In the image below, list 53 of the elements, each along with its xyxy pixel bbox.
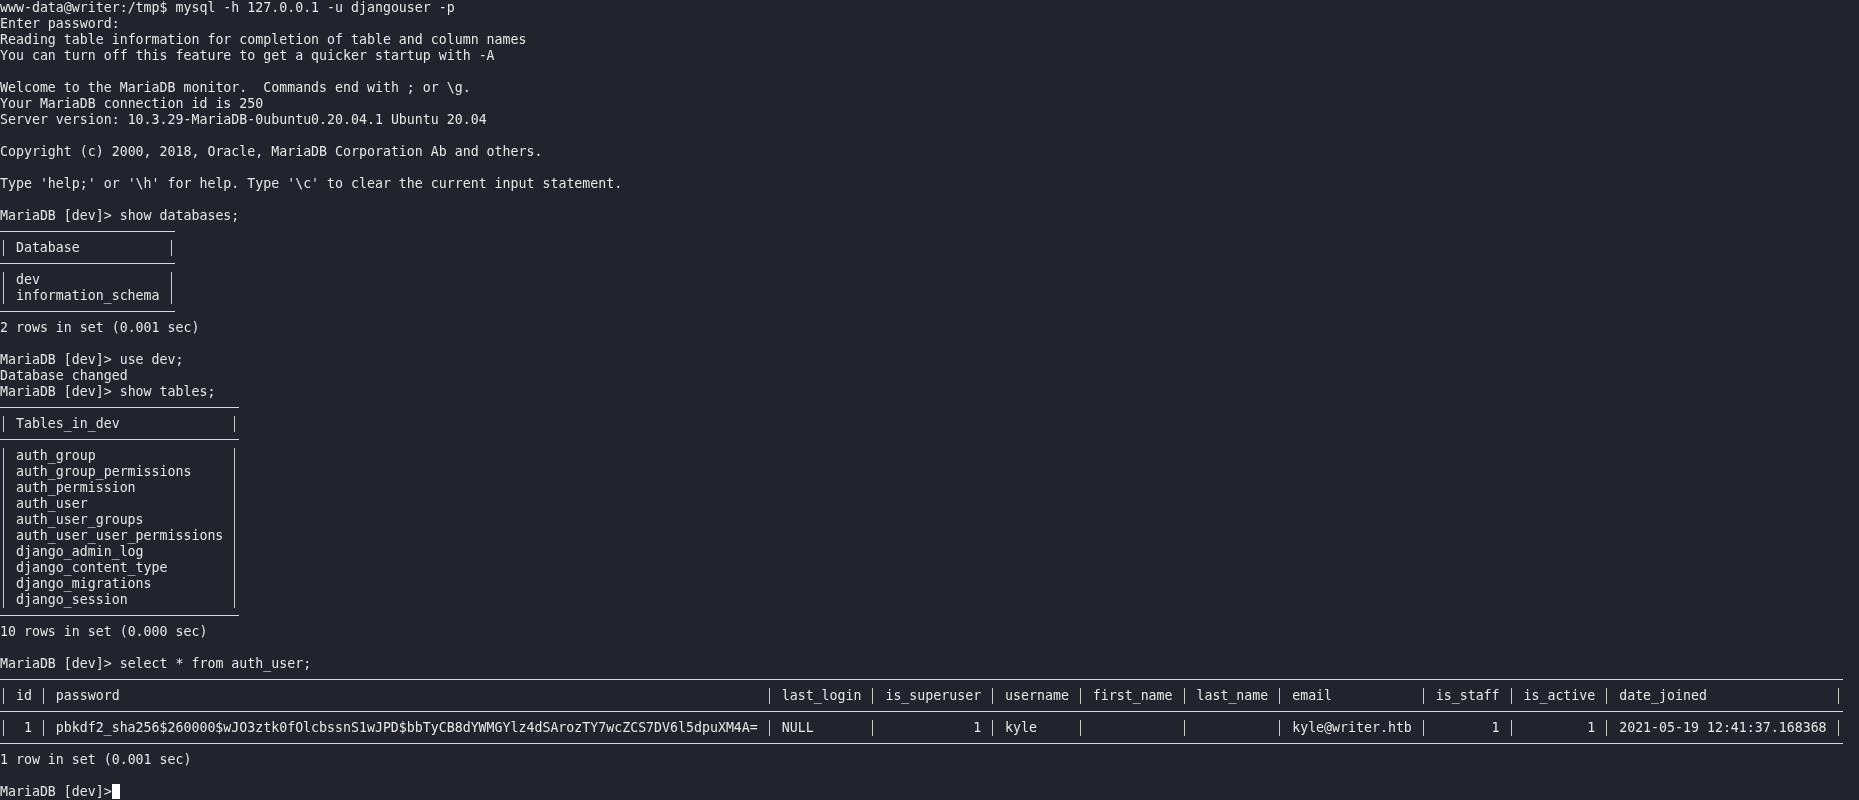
text-cursor: [111, 784, 120, 799]
terminal-line: Copyright (c) 2000, 2018, Oracle, MariaDB Corporation Ab and others.: [0, 144, 543, 159]
column-header: last_login: [781, 688, 862, 704]
column-header: last_name: [1196, 688, 1269, 704]
table-cell: kyle@writer.htb: [1292, 720, 1412, 736]
table-cell-text: auth_group: [15, 448, 97, 464]
terminal-line: Welcome to the MariaDB monitor. Commands end with ; or \g.: [0, 80, 471, 95]
column-header: Database: [15, 240, 81, 256]
table-cell-text: dev: [15, 272, 41, 288]
terminal-line: MariaDB [dev]> use dev;: [0, 352, 184, 367]
table-cell-text: NULL: [781, 720, 815, 736]
table-cell-text: 1: [22, 720, 32, 736]
column-header: is_superuser: [885, 688, 982, 704]
terminal-line: 2 rows in set (0.001 sec): [0, 320, 200, 335]
terminal-line: Reading table information for completion of table and column names: [0, 32, 527, 47]
table-cell-text: kyle: [1005, 720, 1038, 736]
table-cell-text: django_admin_log: [15, 544, 145, 560]
table-cell-text: auth_group_permissions: [15, 464, 193, 480]
column-header: username: [1005, 688, 1069, 704]
table-cell: 2021-05-19 12:41:37.168368: [1619, 720, 1827, 736]
terminal-line: Server version: 10.3.29-MariaDB-0ubuntu0.20.04.1 Ubuntu 20.04: [0, 112, 487, 127]
table-cell: information_schema: [15, 288, 160, 304]
table-cell: auth_user_user_permissions: [15, 528, 224, 544]
terminal-line: www-data@writer:/tmp$ mysql -h 127.0.0.1 -u djangouser -p: [0, 0, 455, 15]
table-cell-text: auth_user_groups: [15, 512, 145, 528]
table-cell-text: 1: [1490, 720, 1500, 736]
terminal-line: MariaDB [dev]> show databases;: [0, 208, 240, 223]
terminal-line: 1 row in set (0.001 sec): [0, 752, 192, 767]
terminal-line: MariaDB [dev]> show tables;: [0, 384, 216, 399]
column-header: first_name: [1092, 688, 1173, 704]
terminal-line: 10 rows in set (0.000 sec): [0, 624, 208, 639]
column-header: id: [15, 688, 32, 704]
terminal-line: Enter password:: [0, 16, 120, 31]
table-cell-text: django_content_type: [15, 560, 169, 576]
table-cell-text: django_session: [15, 592, 129, 608]
column-header: is_staff: [1435, 688, 1500, 704]
table-cell-text: auth_permission: [15, 480, 137, 496]
prompt-text: MariaDB [dev]>: [0, 784, 112, 799]
table-cell-text: django_migrations: [15, 576, 153, 592]
terminal-line: Your MariaDB connection id is 250: [0, 96, 264, 111]
column-header: email: [1292, 688, 1334, 704]
column-header: date_joined: [1619, 688, 1708, 704]
terminal-line: Database changed: [0, 368, 128, 383]
column-header: password: [55, 688, 121, 704]
table-cell: pbkdf2_sha256$260000$wJO3ztk0fOlcbssnS1wJPD$bbTyCB8dYWMGYlz4dSArozTY7wcZCS7DV6l5dpuXM4A=: [55, 720, 758, 736]
terminal-line: Type 'help;' or '\h' for help. Type '\c' to clear the current input statement.: [0, 176, 623, 191]
terminal-line: MariaDB [dev]> select * from auth_user;: [0, 656, 312, 671]
terminal-line: You can turn off this feature to get a quicker startup with -A: [0, 48, 495, 63]
table-cell-text: auth_user: [15, 496, 89, 512]
table-cell-text: 1: [1586, 720, 1596, 736]
table-cell-text: 1: [972, 720, 982, 736]
column-header: Tables_in_dev: [15, 416, 121, 432]
column-header: is_active: [1523, 688, 1596, 704]
